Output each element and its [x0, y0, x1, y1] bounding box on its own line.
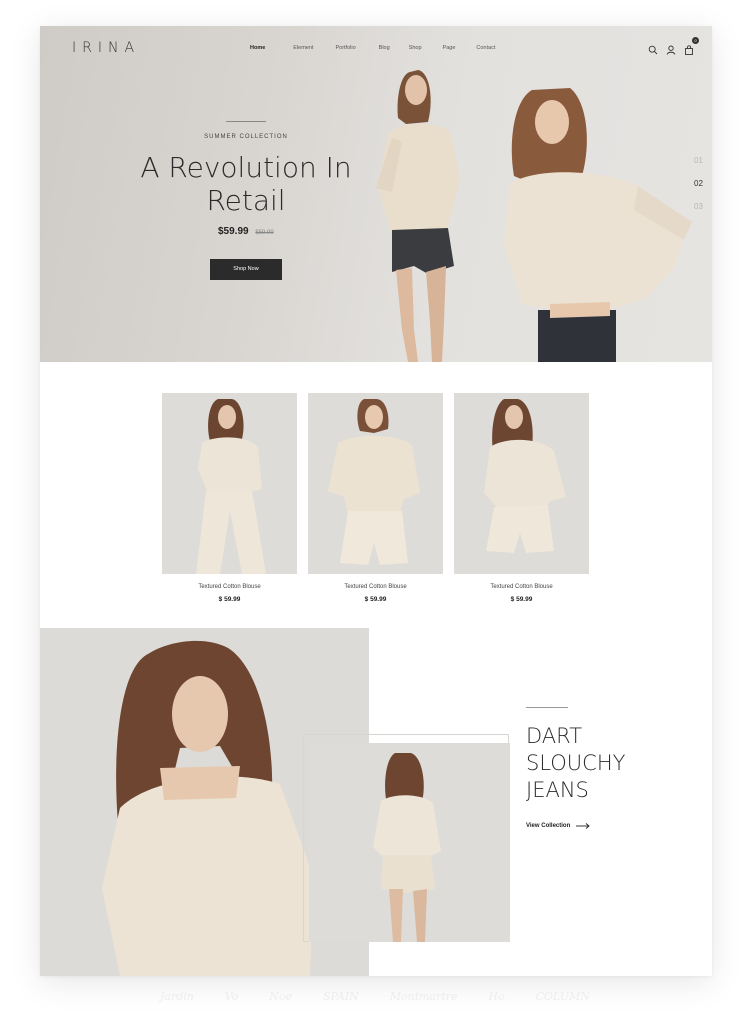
- product-card[interactable]: Textured Cotton Blouse $ 59.99: [454, 393, 589, 603]
- shop-now-button[interactable]: Shop Now: [210, 259, 282, 280]
- view-collection-label: View Collection: [526, 823, 571, 829]
- product-image[interactable]: [162, 393, 297, 574]
- hero-banner: IRINA Home Element Portfolio Blog Shop P…: [40, 26, 712, 362]
- hero-current-price: $59.99: [218, 226, 249, 237]
- feature-title-line-3: JEANS: [526, 778, 589, 802]
- hero-model-left: [376, 70, 460, 362]
- slide-pagination: 01 02 03: [694, 156, 703, 225]
- brand-logo-item: SPAIN: [322, 990, 359, 1003]
- brand-logos: Jardin Vo Noe SPAIN Montmartre Ho COLUMN: [160, 990, 590, 1003]
- nav-item-element[interactable]: Element: [293, 45, 313, 51]
- product-price: $ 59.99: [364, 596, 387, 603]
- search-icon[interactable]: [648, 42, 658, 55]
- hero-title-line-1: A Revolution In: [140, 151, 352, 184]
- nav-item-page[interactable]: Page: [443, 45, 456, 51]
- feature-secondary-image: [309, 743, 510, 942]
- feature-title-line-2: SLOUCHY: [526, 751, 626, 775]
- feature-title: DART SLOUCHY JEANS: [526, 723, 666, 804]
- product-price: $ 59.99: [510, 596, 533, 603]
- nav-item-portfolio[interactable]: Portfolio: [335, 45, 355, 51]
- nav-item-shop[interactable]: Shop: [409, 45, 422, 51]
- product-price: $ 59.99: [218, 596, 241, 603]
- main-menu: Home Element Portfolio Blog Shop Page Co…: [250, 45, 495, 51]
- product-name[interactable]: Textured Cotton Blouse: [162, 584, 297, 590]
- product-card[interactable]: Textured Cotton Blouse $ 59.99: [162, 393, 297, 603]
- cart-count-badge: 0: [692, 37, 699, 44]
- arrow-right-icon: [576, 823, 590, 829]
- nav-item-home[interactable]: Home: [250, 45, 265, 51]
- hero-price: $59.99 $59.99: [218, 226, 274, 237]
- view-collection-link[interactable]: View Collection: [526, 823, 590, 829]
- nav-item-contact[interactable]: Contact: [476, 45, 495, 51]
- hero-model-right: [504, 88, 692, 362]
- cart-icon[interactable]: 0: [684, 37, 699, 55]
- product-card[interactable]: Textured Cotton Blouse $ 59.99: [308, 393, 443, 603]
- brand-logo-item: Montmartre: [389, 990, 458, 1003]
- brand-logo-item: Ho: [488, 990, 505, 1003]
- page-card: IRINA Home Element Portfolio Blog Shop P…: [40, 26, 712, 976]
- user-icon[interactable]: [666, 42, 676, 55]
- brand-logo-item: Noe: [269, 990, 293, 1003]
- slide-number-1[interactable]: 01: [694, 156, 703, 179]
- product-image[interactable]: [308, 393, 443, 574]
- hero-title: A Revolution In Retail: [126, 151, 366, 217]
- feature-title-line-1: DART: [526, 724, 583, 748]
- brand-logo-item: COLUMN: [535, 990, 590, 1003]
- brand-logo[interactable]: IRINA: [72, 40, 140, 56]
- product-image[interactable]: [454, 393, 589, 574]
- hero-old-price: $59.99: [255, 230, 274, 236]
- brand-logo-item: Vo: [224, 990, 239, 1003]
- top-nav: IRINA Home Element Portfolio Blog Shop P…: [40, 26, 712, 70]
- hero-title-line-2: Retail: [206, 184, 286, 217]
- nav-icons: 0: [648, 37, 699, 55]
- hero-eyebrow: SUMMER COLLECTION: [204, 134, 288, 140]
- feature-divider: [526, 707, 568, 708]
- hero-divider: [226, 121, 266, 122]
- brand-logo-item: Jardin: [160, 990, 194, 1003]
- nav-item-blog[interactable]: Blog: [379, 45, 390, 51]
- slide-number-2[interactable]: 02: [694, 179, 703, 202]
- slide-number-3[interactable]: 03: [694, 202, 703, 225]
- product-name[interactable]: Textured Cotton Blouse: [454, 584, 589, 590]
- product-name[interactable]: Textured Cotton Blouse: [308, 584, 443, 590]
